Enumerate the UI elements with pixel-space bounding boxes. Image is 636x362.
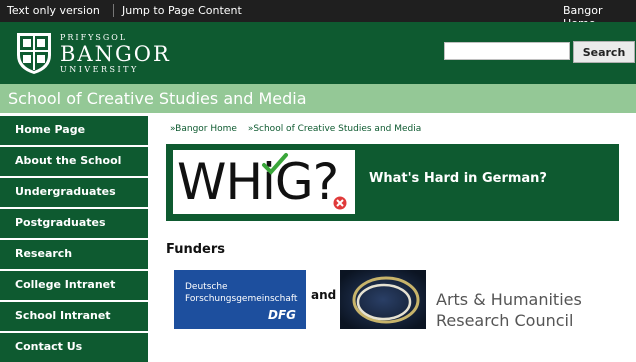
dfg-line-3: DFG — [267, 308, 296, 322]
school-title: School of Creative Studies and Media — [8, 89, 307, 108]
site-header: PRIFYSGOL BANGOR UNIVERSITY Search — [0, 22, 636, 84]
whig-logo: WHiG? — [173, 150, 355, 214]
search-button[interactable]: Search — [573, 41, 635, 63]
ahrc-logo-image[interactable] — [340, 270, 426, 329]
logo-line-bangor: BANGOR — [60, 42, 171, 66]
breadcrumb: »Bangor Home »School of Creative Studies… — [170, 124, 429, 134]
sidebar-item-home-page[interactable]: Home Page — [0, 116, 148, 145]
school-title-bar: School of Creative Studies and Media — [0, 84, 636, 113]
ahrc-line-2: Research Council — [436, 311, 574, 330]
cross-icon — [333, 196, 347, 210]
checkmark-icon — [262, 153, 288, 175]
bangor-university-logo[interactable]: PRIFYSGOL BANGOR UNIVERSITY — [15, 31, 175, 75]
sidebar-item-undergraduates[interactable]: Undergraduates — [0, 178, 148, 207]
sidebar-item-school-intranet[interactable]: School Intranet — [0, 302, 148, 331]
sidebar-item-postgraduates[interactable]: Postgraduates — [0, 209, 148, 238]
breadcrumb-bangor-home[interactable]: »Bangor Home — [170, 124, 237, 134]
logo-wordmark: PRIFYSGOL BANGOR UNIVERSITY — [60, 33, 171, 75]
topbar-divider — [113, 4, 114, 17]
and-text: and — [311, 288, 337, 302]
university-crest-icon — [17, 33, 51, 74]
ahrc-line-1: Arts & Humanities — [436, 290, 582, 309]
funders-heading: Funders — [166, 242, 226, 257]
search-input[interactable] — [444, 42, 570, 60]
sidebar-nav: Home Page About the School Undergraduate… — [0, 116, 148, 362]
dfg-line-1: Deutsche — [185, 282, 228, 292]
project-banner: WHiG? What's Hard in German? — [166, 144, 619, 221]
sidebar-item-contact-us[interactable]: Contact Us — [0, 333, 148, 362]
jump-to-content-link[interactable]: Jump to Page Content — [122, 4, 242, 17]
top-utility-bar: Text only version Jump to Page Content B… — [0, 0, 636, 30]
sidebar-item-about-the-school[interactable]: About the School — [0, 147, 148, 176]
logo-line-university: UNIVERSITY — [60, 65, 139, 74]
dfg-line-2: Forschungsgemeinschaft — [185, 294, 298, 304]
sidebar-item-research[interactable]: Research — [0, 240, 148, 269]
dfg-logo[interactable]: Deutsche Forschungsgemeinschaft DFG — [174, 270, 306, 329]
sidebar-item-college-intranet[interactable]: College Intranet — [0, 271, 148, 300]
whig-logo-text: WHiG? — [177, 153, 339, 211]
breadcrumb-school[interactable]: »School of Creative Studies and Media — [248, 124, 421, 134]
ahrc-emblem-icon — [340, 270, 426, 329]
text-only-link[interactable]: Text only version — [7, 4, 100, 17]
banner-title: What's Hard in German? — [369, 171, 547, 186]
